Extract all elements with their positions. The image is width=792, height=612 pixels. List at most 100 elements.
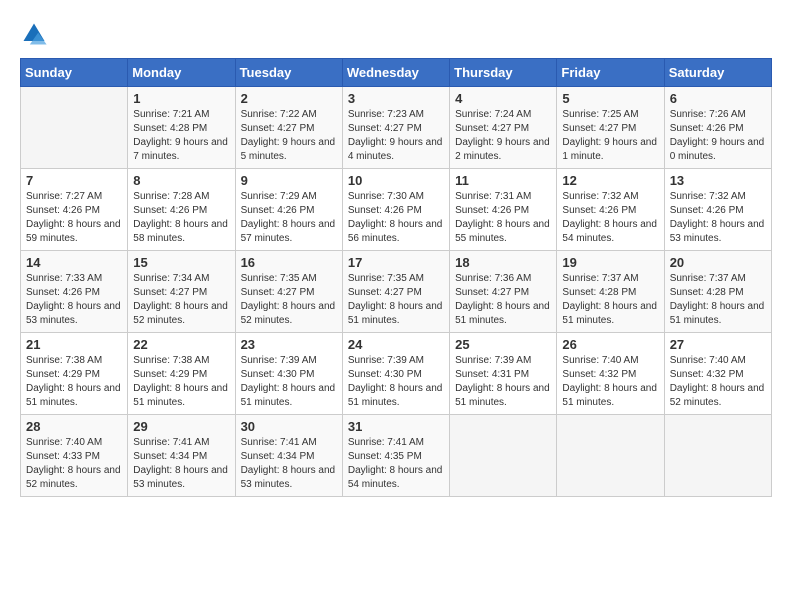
- day-info: Sunrise: 7:39 AMSunset: 4:30 PMDaylight:…: [241, 354, 337, 410]
- calendar-cell: 23 Sunrise: 7:39 AMSunset: 4:30 PMDayligh…: [235, 333, 342, 415]
- calendar-cell: 5 Sunrise: 7:25 AMSunset: 4:27 PMDaylight…: [557, 87, 664, 169]
- day-info: Sunrise: 7:26 AMSunset: 4:26 PMDaylight:…: [670, 108, 766, 164]
- calendar-cell: 24 Sunrise: 7:39 AMSunset: 4:30 PMDayligh…: [342, 333, 449, 415]
- day-number: 6: [670, 91, 766, 106]
- day-number: 27: [670, 337, 766, 352]
- day-number: 13: [670, 173, 766, 188]
- day-number: 22: [133, 337, 229, 352]
- day-info: Sunrise: 7:37 AMSunset: 4:28 PMDaylight:…: [562, 272, 658, 328]
- day-info: Sunrise: 7:21 AMSunset: 4:28 PMDaylight:…: [133, 108, 229, 164]
- day-info: Sunrise: 7:40 AMSunset: 4:32 PMDaylight:…: [562, 354, 658, 410]
- calendar-cell: 28 Sunrise: 7:40 AMSunset: 4:33 PMDayligh…: [21, 415, 128, 497]
- calendar-cell: 16 Sunrise: 7:35 AMSunset: 4:27 PMDayligh…: [235, 251, 342, 333]
- calendar-cell: [557, 415, 664, 497]
- day-number: 25: [455, 337, 551, 352]
- calendar-cell: 4 Sunrise: 7:24 AMSunset: 4:27 PMDaylight…: [450, 87, 557, 169]
- logo: [20, 20, 52, 48]
- calendar-cell: 22 Sunrise: 7:38 AMSunset: 4:29 PMDayligh…: [128, 333, 235, 415]
- day-of-week-header: Saturday: [664, 59, 771, 87]
- day-number: 21: [26, 337, 122, 352]
- calendar-cell: 14Sunrise: 7:33 AMSunset: 4:26 PMDayligh…: [21, 251, 128, 333]
- day-number: 16: [241, 255, 337, 270]
- calendar-cell: 7 Sunrise: 7:27 AMSunset: 4:26 PMDaylight…: [21, 169, 128, 251]
- day-number: 15: [133, 255, 229, 270]
- day-info: Sunrise: 7:41 AMSunset: 4:34 PMDaylight:…: [133, 436, 229, 492]
- day-number: 4: [455, 91, 551, 106]
- day-info: Sunrise: 7:39 AMSunset: 4:30 PMDaylight:…: [348, 354, 444, 410]
- day-number: 28: [26, 419, 122, 434]
- day-info: Sunrise: 7:27 AMSunset: 4:26 PMDaylight:…: [26, 190, 122, 246]
- calendar-week-row: 7 Sunrise: 7:27 AMSunset: 4:26 PMDaylight…: [21, 169, 772, 251]
- calendar-week-row: 1 Sunrise: 7:21 AMSunset: 4:28 PMDaylight…: [21, 87, 772, 169]
- calendar-cell: [450, 415, 557, 497]
- day-info: Sunrise: 7:25 AMSunset: 4:27 PMDaylight:…: [562, 108, 658, 164]
- calendar-table: SundayMondayTuesdayWednesdayThursdayFrid…: [20, 58, 772, 497]
- day-of-week-header: Wednesday: [342, 59, 449, 87]
- day-info: Sunrise: 7:40 AMSunset: 4:33 PMDaylight:…: [26, 436, 122, 492]
- day-info: Sunrise: 7:28 AMSunset: 4:26 PMDaylight:…: [133, 190, 229, 246]
- day-info: Sunrise: 7:35 AMSunset: 4:27 PMDaylight:…: [241, 272, 337, 328]
- day-number: 5: [562, 91, 658, 106]
- calendar-cell: 20Sunrise: 7:37 AMSunset: 4:28 PMDayligh…: [664, 251, 771, 333]
- calendar-cell: 10Sunrise: 7:30 AMSunset: 4:26 PMDayligh…: [342, 169, 449, 251]
- day-number: 29: [133, 419, 229, 434]
- calendar-cell: 1 Sunrise: 7:21 AMSunset: 4:28 PMDaylight…: [128, 87, 235, 169]
- day-info: Sunrise: 7:38 AMSunset: 4:29 PMDaylight:…: [133, 354, 229, 410]
- calendar-cell: 13Sunrise: 7:32 AMSunset: 4:26 PMDayligh…: [664, 169, 771, 251]
- day-number: 1: [133, 91, 229, 106]
- day-info: Sunrise: 7:37 AMSunset: 4:28 PMDaylight:…: [670, 272, 766, 328]
- day-info: Sunrise: 7:31 AMSunset: 4:26 PMDaylight:…: [455, 190, 551, 246]
- calendar-cell: 21 Sunrise: 7:38 AMSunset: 4:29 PMDayligh…: [21, 333, 128, 415]
- day-number: 14: [26, 255, 122, 270]
- page-header: [20, 20, 772, 48]
- day-info: Sunrise: 7:40 AMSunset: 4:32 PMDaylight:…: [670, 354, 766, 410]
- calendar-cell: 8 Sunrise: 7:28 AMSunset: 4:26 PMDaylight…: [128, 169, 235, 251]
- day-info: Sunrise: 7:39 AMSunset: 4:31 PMDaylight:…: [455, 354, 551, 410]
- day-info: Sunrise: 7:22 AMSunset: 4:27 PMDaylight:…: [241, 108, 337, 164]
- calendar-cell: 27 Sunrise: 7:40 AMSunset: 4:32 PMDayligh…: [664, 333, 771, 415]
- day-of-week-header: Friday: [557, 59, 664, 87]
- calendar-cell: 9 Sunrise: 7:29 AMSunset: 4:26 PMDaylight…: [235, 169, 342, 251]
- day-number: 2: [241, 91, 337, 106]
- calendar-cell: 19 Sunrise: 7:37 AMSunset: 4:28 PMDayligh…: [557, 251, 664, 333]
- logo-icon: [20, 20, 48, 48]
- calendar-cell: [21, 87, 128, 169]
- day-info: Sunrise: 7:23 AMSunset: 4:27 PMDaylight:…: [348, 108, 444, 164]
- day-number: 23: [241, 337, 337, 352]
- day-number: 11: [455, 173, 551, 188]
- day-info: Sunrise: 7:30 AMSunset: 4:26 PMDaylight:…: [348, 190, 444, 246]
- day-info: Sunrise: 7:38 AMSunset: 4:29 PMDaylight:…: [26, 354, 122, 410]
- calendar-cell: 11 Sunrise: 7:31 AMSunset: 4:26 PMDayligh…: [450, 169, 557, 251]
- day-number: 18: [455, 255, 551, 270]
- day-number: 9: [241, 173, 337, 188]
- day-info: Sunrise: 7:41 AMSunset: 4:34 PMDaylight:…: [241, 436, 337, 492]
- calendar-cell: 2 Sunrise: 7:22 AMSunset: 4:27 PMDaylight…: [235, 87, 342, 169]
- day-info: Sunrise: 7:32 AMSunset: 4:26 PMDaylight:…: [562, 190, 658, 246]
- calendar-cell: 31Sunrise: 7:41 AMSunset: 4:35 PMDayligh…: [342, 415, 449, 497]
- calendar-cell: 12 Sunrise: 7:32 AMSunset: 4:26 PMDayligh…: [557, 169, 664, 251]
- day-number: 17: [348, 255, 444, 270]
- day-info: Sunrise: 7:29 AMSunset: 4:26 PMDaylight:…: [241, 190, 337, 246]
- day-number: 8: [133, 173, 229, 188]
- day-number: 12: [562, 173, 658, 188]
- day-of-week-header: Thursday: [450, 59, 557, 87]
- calendar-cell: 3Sunrise: 7:23 AMSunset: 4:27 PMDaylight…: [342, 87, 449, 169]
- day-number: 30: [241, 419, 337, 434]
- day-info: Sunrise: 7:34 AMSunset: 4:27 PMDaylight:…: [133, 272, 229, 328]
- calendar-cell: [664, 415, 771, 497]
- calendar-cell: 18Sunrise: 7:36 AMSunset: 4:27 PMDayligh…: [450, 251, 557, 333]
- calendar-header-row: SundayMondayTuesdayWednesdayThursdayFrid…: [21, 59, 772, 87]
- day-number: 24: [348, 337, 444, 352]
- calendar-cell: 29 Sunrise: 7:41 AMSunset: 4:34 PMDayligh…: [128, 415, 235, 497]
- day-number: 19: [562, 255, 658, 270]
- day-number: 31: [348, 419, 444, 434]
- calendar-cell: 25 Sunrise: 7:39 AMSunset: 4:31 PMDayligh…: [450, 333, 557, 415]
- day-info: Sunrise: 7:24 AMSunset: 4:27 PMDaylight:…: [455, 108, 551, 164]
- calendar-cell: 30 Sunrise: 7:41 AMSunset: 4:34 PMDayligh…: [235, 415, 342, 497]
- day-number: 7: [26, 173, 122, 188]
- calendar-cell: 15 Sunrise: 7:34 AMSunset: 4:27 PMDayligh…: [128, 251, 235, 333]
- calendar-cell: 6 Sunrise: 7:26 AMSunset: 4:26 PMDaylight…: [664, 87, 771, 169]
- day-number: 26: [562, 337, 658, 352]
- day-of-week-header: Monday: [128, 59, 235, 87]
- calendar-week-row: 21 Sunrise: 7:38 AMSunset: 4:29 PMDayligh…: [21, 333, 772, 415]
